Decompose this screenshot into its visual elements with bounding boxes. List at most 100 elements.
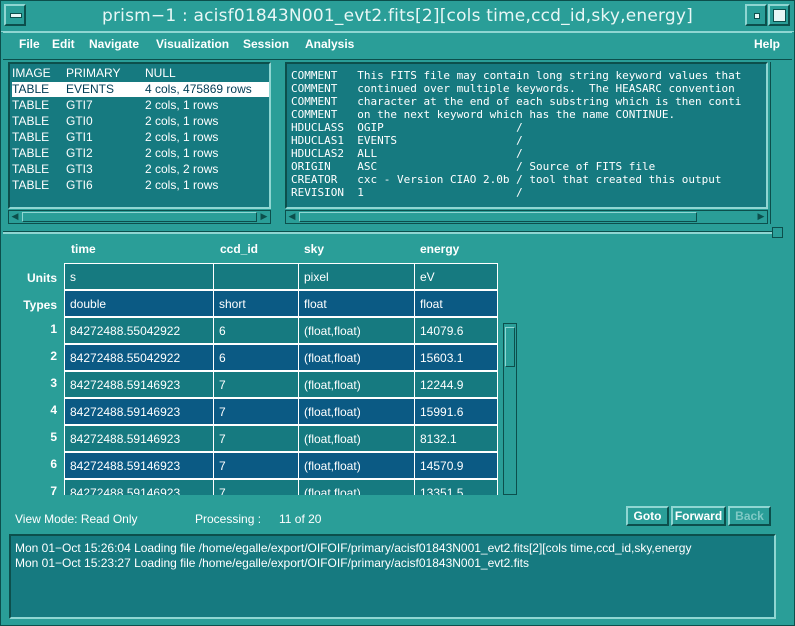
hdu-info: 2 cols, 1 rows xyxy=(145,130,219,144)
hdu-list-item[interactable]: IMAGE PRIMARY NULL xyxy=(12,66,269,81)
scroll-left-icon[interactable]: ◀ xyxy=(9,211,21,223)
table-cell[interactable]: 84272488.59146923 xyxy=(64,398,214,425)
table-cell[interactable]: 7 xyxy=(213,452,299,479)
header-hscrollbar[interactable]: ◀ ▶ xyxy=(285,210,768,224)
forward-button[interactable]: Forward xyxy=(671,506,726,526)
menu-file[interactable]: File xyxy=(19,37,40,51)
hdu-info: 2 cols, 1 rows xyxy=(145,98,219,112)
table-cell[interactable]: 84272488.55042922 xyxy=(64,344,214,371)
table-cell[interactable]: 15603.1 xyxy=(414,344,498,371)
table-cell[interactable]: 15991.6 xyxy=(414,398,498,425)
table-cell[interactable]: (float,float) xyxy=(298,452,415,479)
menu-help[interactable]: Help xyxy=(754,37,780,51)
types-cell[interactable]: float xyxy=(298,290,415,317)
table-cell[interactable]: 13351.5 xyxy=(414,479,498,495)
hdu-list-item[interactable]: TABLE EVENTS 4 cols, 475869 rows xyxy=(12,82,269,97)
maximize-icon xyxy=(773,9,786,22)
types-cell[interactable]: short xyxy=(213,290,299,317)
table-cell[interactable]: 7 xyxy=(213,479,299,495)
goto-button[interactable]: Goto xyxy=(626,506,669,526)
hdu-list-hscrollbar[interactable]: ◀ ▶ xyxy=(8,210,271,224)
menu-navigate[interactable]: Navigate xyxy=(89,37,139,51)
header-keyword-line[interactable]: CREATOR cxc - Version CIAO 2.0b / tool t… xyxy=(291,173,721,186)
table-cell[interactable]: 14079.6 xyxy=(414,317,498,344)
table-cell[interactable]: (float,float) xyxy=(298,344,415,371)
table-cell[interactable]: 6 xyxy=(213,317,299,344)
hdu-name: EVENTS xyxy=(66,82,115,96)
types-cell[interactable]: float xyxy=(414,290,498,317)
header-keyword-line[interactable]: ORIGIN ASC / Source of FITS file xyxy=(291,160,655,173)
table-cell[interactable]: 14570.9 xyxy=(414,452,498,479)
maximize-button[interactable] xyxy=(768,4,790,26)
app-window: prism−1 : acisf01843N001_evt2.fits[2][co… xyxy=(0,0,795,626)
row-number: 1 xyxy=(50,322,57,336)
minimize-button[interactable] xyxy=(745,4,767,26)
scroll-left-icon[interactable]: ◀ xyxy=(286,211,298,223)
back-button[interactable]: Back xyxy=(728,506,771,526)
panel-splitter-handle[interactable] xyxy=(770,62,779,224)
hdu-name: GTI7 xyxy=(66,98,93,112)
units-cell[interactable]: pixel xyxy=(298,263,415,290)
table-cell[interactable]: 84272488.55042922 xyxy=(64,317,214,344)
menu-session[interactable]: Session xyxy=(243,37,289,51)
hdu-type: TABLE xyxy=(12,82,50,96)
hdu-list-item[interactable]: TABLE GTI0 2 cols, 1 rows xyxy=(12,114,269,129)
menu-visualization[interactable]: Visualization xyxy=(156,37,229,51)
table-cell[interactable]: (float,float) xyxy=(298,398,415,425)
header-keyword-line[interactable]: COMMENT continued over multiple keywords… xyxy=(291,82,735,95)
table-cell[interactable]: (float,float) xyxy=(298,371,415,398)
view-mode-label: View Mode: Read Only xyxy=(15,512,138,526)
table-cell[interactable]: 12244.9 xyxy=(414,371,498,398)
table-cell[interactable]: 7 xyxy=(213,398,299,425)
hdu-list-item[interactable]: TABLE GTI3 2 cols, 2 rows xyxy=(12,162,269,177)
header-keyword-line[interactable]: REVISION 1 / xyxy=(291,186,523,199)
header-keyword-line[interactable]: COMMENT on the next keyword which has th… xyxy=(291,108,675,121)
units-label: Units xyxy=(27,271,57,285)
table-cell[interactable]: 84272488.59146923 xyxy=(64,371,214,398)
header-keyword-line[interactable]: COMMENT character at the end of each sub… xyxy=(291,95,741,108)
table-cell[interactable]: (float,float) xyxy=(298,479,415,495)
column-header-ccd-id[interactable]: ccd_id xyxy=(220,242,258,256)
hdu-list-item[interactable]: TABLE GTI2 2 cols, 1 rows xyxy=(12,146,269,161)
header-keyword-line[interactable]: HDUCLAS1 EVENTS / xyxy=(291,134,523,147)
table-cell[interactable]: 84272488.59146923 xyxy=(64,452,214,479)
pane-sash[interactable] xyxy=(772,227,783,238)
table-cell[interactable]: 7 xyxy=(213,425,299,452)
types-cell[interactable]: double xyxy=(64,290,214,317)
hdu-name: GTI0 xyxy=(66,114,93,128)
column-header-time[interactable]: time xyxy=(71,242,96,256)
title-bar[interactable]: prism−1 : acisf01843N001_evt2.fits[2][co… xyxy=(1,1,794,32)
hdu-info: NULL xyxy=(145,66,176,80)
column-header-sky[interactable]: sky xyxy=(304,242,324,256)
column-header-energy[interactable]: energy xyxy=(420,242,459,256)
scroll-thumb[interactable] xyxy=(22,212,257,222)
header-keyword-line[interactable]: HDUCLASS OGIP / xyxy=(291,121,523,134)
table-cell[interactable]: 84272488.59146923 xyxy=(64,425,214,452)
table-cell[interactable]: 8132.1 xyxy=(414,425,498,452)
table-cell[interactable]: (float,float) xyxy=(298,317,415,344)
table-cell[interactable]: 7 xyxy=(213,371,299,398)
scroll-right-icon[interactable]: ▶ xyxy=(755,211,767,223)
menu-edit[interactable]: Edit xyxy=(52,37,75,51)
hdu-list-item[interactable]: TABLE GTI1 2 cols, 1 rows xyxy=(12,130,269,145)
table-cell[interactable]: (float,float) xyxy=(298,425,415,452)
table-cell[interactable]: 84272488.59146923 xyxy=(64,479,214,495)
units-cell[interactable]: eV xyxy=(414,263,498,290)
units-cell[interactable]: s xyxy=(64,263,214,290)
hdu-type: TABLE xyxy=(12,98,50,112)
header-keyword-line[interactable]: COMMENT This FITS file may contain long … xyxy=(291,69,741,82)
menu-analysis[interactable]: Analysis xyxy=(305,37,354,51)
hdu-list-item[interactable]: TABLE GTI7 2 cols, 1 rows xyxy=(12,98,269,113)
menu-bar: File Edit Navigate Visualization Session… xyxy=(3,32,792,60)
units-cell[interactable] xyxy=(213,263,299,290)
hdu-list-item[interactable]: TABLE GTI6 2 cols, 1 rows xyxy=(12,178,269,193)
table-cell[interactable]: 6 xyxy=(213,344,299,371)
table-vscrollbar[interactable] xyxy=(503,323,517,495)
header-keywords-panel: COMMENT This FITS file may contain long … xyxy=(285,62,768,209)
pane-divider[interactable] xyxy=(3,231,776,234)
scroll-thumb[interactable] xyxy=(505,327,515,367)
header-keyword-line[interactable]: HDUCLAS2 ALL / xyxy=(291,147,523,160)
scroll-right-icon[interactable]: ▶ xyxy=(258,211,270,223)
scroll-thumb[interactable] xyxy=(299,212,697,222)
hdu-name: GTI1 xyxy=(66,130,93,144)
